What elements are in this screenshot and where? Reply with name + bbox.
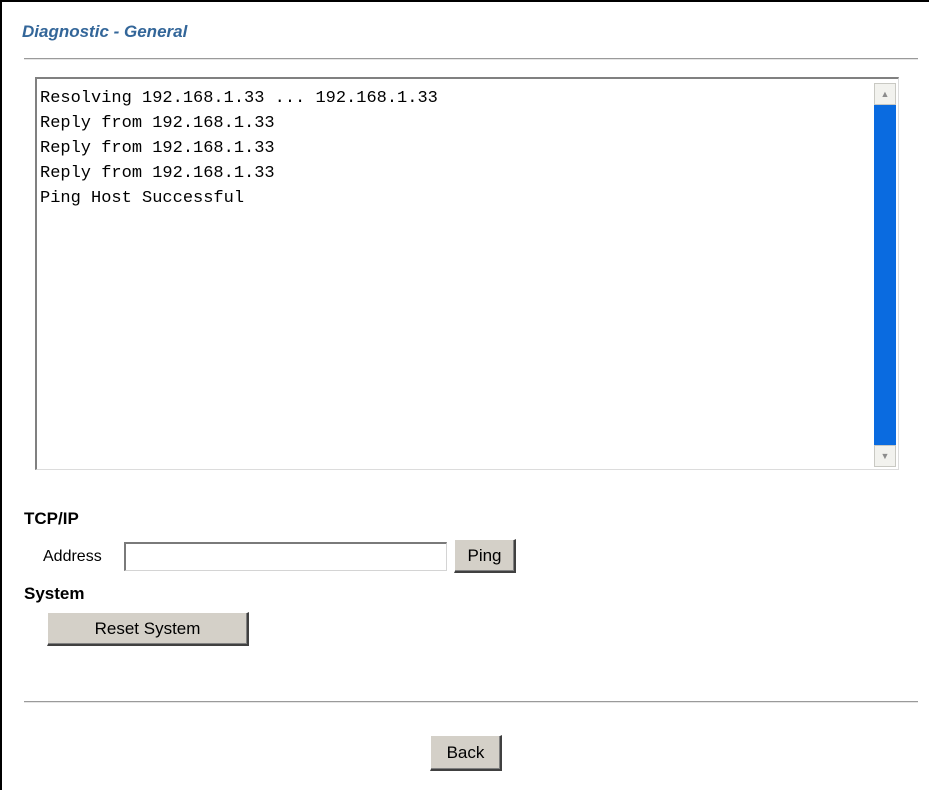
top-divider [24, 58, 918, 60]
arrow-down-icon: ▼ [880, 450, 890, 461]
scroll-down-button[interactable]: ▼ [874, 445, 896, 467]
bottom-divider [24, 701, 918, 703]
system-heading: System [24, 584, 85, 603]
tcpip-heading: TCP/IP [24, 509, 79, 528]
diagnostic-page: Diagnostic - General Resolving 192.168.1… [0, 0, 929, 790]
output-line: Resolving 192.168.1.33 ... 192.168.1.33 [40, 89, 438, 108]
reset-system-button[interactable]: Reset System [47, 612, 249, 646]
address-label: Address [43, 548, 102, 565]
output-scrollbar[interactable]: ▲ ▼ [874, 83, 896, 467]
scroll-thumb[interactable] [874, 105, 896, 445]
scroll-up-button[interactable]: ▲ [874, 83, 896, 105]
page-title: Diagnostic - General [22, 22, 188, 41]
arrow-up-icon: ▲ [880, 88, 890, 99]
back-button[interactable]: Back [430, 735, 502, 771]
ping-button[interactable]: Ping [454, 539, 516, 573]
output-line: Reply from 192.168.1.33 [40, 114, 275, 133]
output-line: Reply from 192.168.1.33 [40, 139, 275, 158]
diagnostic-output-textarea[interactable]: Resolving 192.168.1.33 ... 192.168.1.33 … [35, 77, 899, 470]
address-input[interactable] [124, 542, 447, 571]
output-text: Resolving 192.168.1.33 ... 192.168.1.33 … [40, 86, 868, 469]
output-line: Reply from 192.168.1.33 [40, 164, 275, 183]
output-line: Ping Host Successful [40, 189, 245, 208]
